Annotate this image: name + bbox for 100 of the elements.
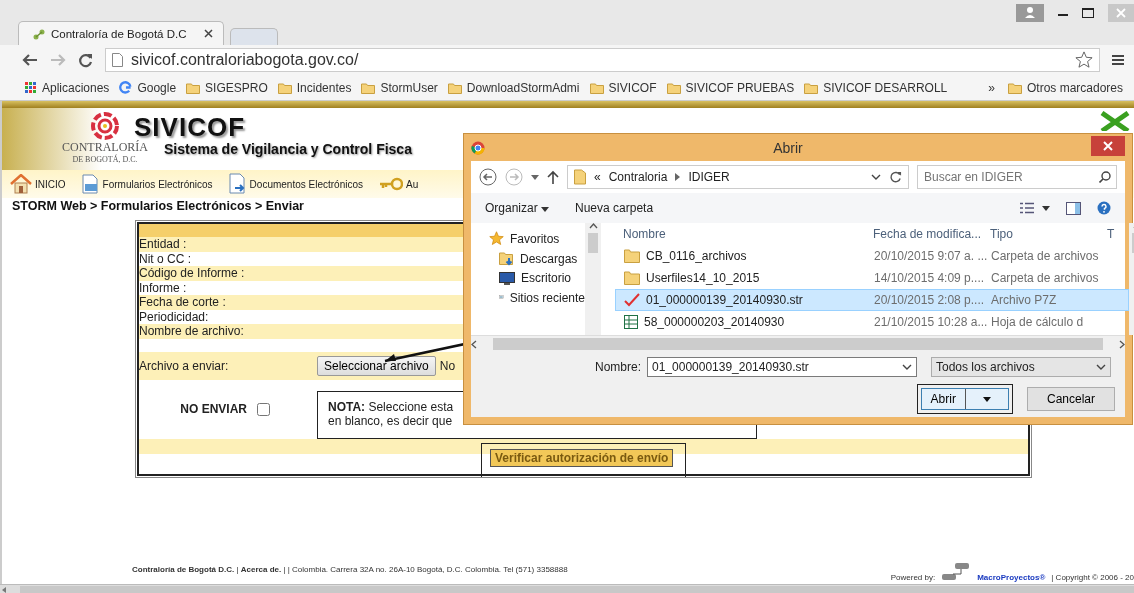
bookmark-item[interactable]: Otros marcadores [1002, 80, 1128, 95]
column-header[interactable]: Nombre [623, 227, 873, 241]
nav-menu-item[interactable]: Formularios Electrónicos [81, 174, 213, 194]
back-circle-icon[interactable] [479, 168, 497, 186]
file-label: Archivo a enviar: [139, 358, 230, 373]
open-button[interactable]: Abrir [921, 388, 1009, 410]
nav-pane-item[interactable]: Descargas [489, 251, 585, 266]
x-logo-icon [1100, 111, 1130, 131]
field-label: Nombre de archivo: [139, 324, 244, 338]
new-folder-button[interactable]: Nueva carpeta [575, 201, 654, 215]
bookmark-item[interactable]: Incidentes [272, 80, 357, 95]
preview-pane-icon[interactable] [1066, 201, 1081, 215]
copyright-text: | Copyright © 2006 - 20 [1051, 573, 1134, 582]
scroll-right-icon[interactable] [1119, 339, 1125, 349]
back-arrow-icon[interactable] [22, 53, 38, 67]
refresh-icon[interactable] [889, 170, 902, 184]
bookmark-item[interactable]: SIGESPRO [181, 80, 273, 95]
checkmark-pen-icon [624, 293, 640, 307]
folder-icon [624, 249, 640, 263]
form-document-icon [81, 174, 100, 194]
nav-pane-item[interactable]: Escritorio [489, 271, 585, 285]
scroll-up-icon[interactable] [588, 223, 598, 229]
folder-icon [361, 81, 376, 94]
verify-button[interactable]: Verificar autorización de envío [490, 449, 674, 467]
column-header[interactable]: Tipo [990, 227, 1107, 241]
field-label: Nit o CC : [139, 251, 191, 266]
site-subtitle: Sistema de Vigilancia y Control Fisca [164, 141, 412, 157]
up-arrow-icon[interactable] [547, 170, 559, 184]
field-label: Periodicidad: [139, 309, 209, 324]
vendor-link[interactable]: MacroProyectos® [977, 573, 1046, 582]
close-icon[interactable] [204, 29, 213, 38]
view-list-icon[interactable] [1020, 202, 1050, 214]
caret-icon [541, 207, 550, 212]
document-arrow-icon [228, 173, 247, 195]
breadcrumb: STORM Web > Formularios Electrónicos > Enviar [12, 198, 304, 215]
key-icon [379, 177, 403, 191]
bookmark-item[interactable]: SIVICOF DESARROLL [799, 80, 953, 95]
bookmark-item[interactable]: SIVICOF [584, 80, 662, 95]
logo-subtext: DE BOGOTÁ, D.C. [72, 155, 138, 164]
bookmark-item[interactable]: Google [114, 80, 182, 95]
folder-icon [804, 81, 819, 94]
star-outline-icon[interactable] [1075, 51, 1093, 69]
nav-menu-item[interactable]: Au [379, 177, 419, 191]
browser-tab[interactable]: Contraloría de Bogotá D.C [18, 21, 224, 45]
chevron-down-icon[interactable] [871, 174, 881, 180]
field-label: Entidad : [139, 237, 187, 251]
nav-menu-item[interactable]: Documentos Electrónicos [228, 173, 363, 195]
scrollbar-thumb[interactable] [588, 233, 598, 253]
chevron-right-icon [675, 173, 681, 181]
organize-menu[interactable]: Organizar [485, 201, 550, 215]
cancel-button[interactable]: Cancelar [1027, 387, 1115, 411]
star-icon [489, 231, 504, 246]
close-button[interactable] [1091, 135, 1125, 156]
chrome-logo-icon [471, 140, 485, 155]
folder-icon [1007, 81, 1022, 94]
path-segment[interactable]: IDIGER [688, 170, 730, 184]
page-icon [112, 53, 123, 67]
bookmark-item[interactable]: StormUser [356, 80, 443, 95]
reload-icon[interactable] [78, 52, 93, 68]
nav-pane-item[interactable]: Favoritos [489, 231, 585, 246]
note-text: NOTA: Seleccione esta [328, 399, 455, 414]
folder-icon [666, 81, 681, 94]
nav-pane-item[interactable]: Sitios reciente [489, 290, 585, 305]
help-icon[interactable] [1097, 201, 1111, 215]
folder-icon [277, 81, 292, 94]
logo-text: CONTRALORÍA [62, 140, 148, 154]
chevron-down-icon [1096, 364, 1106, 370]
scrollbar[interactable] [471, 336, 1125, 352]
scroll-left-icon[interactable] [471, 339, 477, 349]
maximize-icon[interactable] [1082, 8, 1094, 18]
file-row[interactable]: 01_000000139_20140930.str 20/10/2015 2:08 p.... Archivo P7Z [615, 289, 1129, 311]
scroll-left-icon[interactable] [0, 586, 8, 593]
caret-icon[interactable] [531, 174, 539, 180]
file-row[interactable]: CB_0116_archivos 20/10/2015 9:07 a. ... Carpeta de archivos [615, 245, 1129, 267]
chevron-down-icon [902, 364, 912, 370]
scrollbar[interactable] [585, 223, 601, 335]
column-header[interactable]: Fecha de modifica... [873, 227, 990, 241]
filename-field[interactable]: 01_000000139_20140930.str [647, 357, 917, 377]
search-field[interactable]: Buscar en IDIGER [917, 165, 1117, 189]
scrollbar[interactable] [0, 584, 1134, 593]
path-segment[interactable]: Contraloria [608, 170, 668, 184]
column-header[interactable]: T [1107, 227, 1127, 241]
nav-menu-item[interactable]: INICIO [10, 174, 66, 194]
bookmark-item[interactable]: DownloadStormAdmi [442, 80, 585, 95]
connector-logo-icon [941, 562, 972, 582]
file-row[interactable]: 58_000000203_20140930 21/10/2015 10:28 a... Hoja de cálculo d [615, 311, 1129, 333]
bookmark-item[interactable]: SIVICOF PRUEBAS [661, 80, 800, 95]
address-bar[interactable]: sivicof.contraloriabogota.gov.co/ [105, 48, 1100, 72]
field-label: Código de Informe : [139, 266, 245, 280]
file-row[interactable]: Userfiles14_10_2015 14/10/2015 4:09 p.... Carpeta de archivos [615, 267, 1129, 289]
file-type-dropdown[interactable]: Todos los archivos [931, 357, 1111, 377]
bookmark-item[interactable]: Aplicaciones [20, 80, 115, 95]
bookmarks-overflow[interactable]: » [988, 80, 995, 95]
search-icon [1099, 171, 1111, 183]
no-send-checkbox[interactable] [257, 402, 270, 416]
user-icon[interactable] [1016, 4, 1044, 22]
path-bar[interactable]: « Contraloria IDIGER [567, 165, 909, 189]
choose-file-button[interactable]: Seleccionar archivo [317, 355, 436, 376]
menu-icon[interactable] [1112, 54, 1124, 66]
path-overflow[interactable]: « [594, 170, 601, 184]
